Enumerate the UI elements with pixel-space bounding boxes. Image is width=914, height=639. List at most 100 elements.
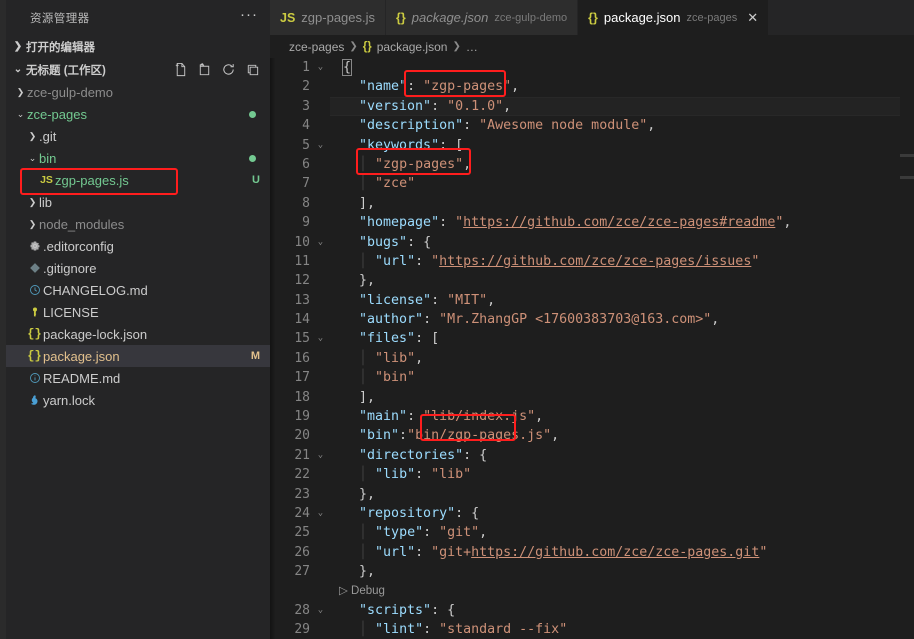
code-line-29[interactable]: 29 │ "lint": "standard --fix" [270,620,914,639]
tree-item-yarn-lock[interactable]: yarn.lock [6,389,270,411]
tree-item-zce-pages[interactable]: ⌄ zce-pages [6,103,270,125]
folder-status-dot [249,110,256,118]
code-line-18[interactable]: 18 ], [270,388,914,407]
chevron-right-icon[interactable]: ❯ [26,125,39,147]
code-line-9[interactable]: 9 "homepage": "https://github.com/zce/zc… [270,213,914,232]
code-line-10[interactable]: 10 ⌄ "bugs": { [270,233,914,252]
tab-bar-filler [769,0,914,35]
code-text: │ "lib": "lib" [359,467,472,483]
code-line-3[interactable]: 3 "version": "0.1.0", [270,96,914,117]
editor-tab-0[interactable]: JS zgp-pages.js [270,0,387,35]
tree-item-zgp-pages-js[interactable]: JS zgp-pages.js U [6,169,270,191]
code-line-6[interactable]: 6 │ "zgp-pages", [270,155,914,174]
code-line-5[interactable]: 5 ⌄ "keywords": [ [270,136,914,155]
code-line-23[interactable]: 23 }, [270,485,914,504]
codelens-label[interactable]: ▷ Debug [339,582,385,601]
tree-item--git[interactable]: ❯ .git [6,125,270,147]
tree-item-node-modules[interactable]: ❯ node_modules [6,213,270,235]
collapse-all-icon[interactable] [245,62,260,77]
code-line-13[interactable]: 13 "license": "MIT", [270,291,914,310]
more-actions-icon[interactable]: ··· [240,7,258,25]
tree-item--gitignore[interactable]: .gitignore [6,257,270,279]
editor-group: JS zgp-pages.js {} package.json zce-gulp-dem… [270,0,914,639]
code-line-19[interactable]: 19 "main": "lib/index.js", [270,407,914,426]
code-line-2[interactable]: 2 "name": "zgp-pages", [270,77,914,96]
code-line-1[interactable]: 1 ⌄ { [270,58,914,77]
line-number: 11 [294,253,310,269]
code-token: : [407,409,424,425]
tree-item-readme-md[interactable]: README.md [6,367,270,389]
code-token: : [415,544,432,560]
code-line-8[interactable]: 8 ], [270,194,914,213]
chevron-right-icon[interactable]: ❯ [14,81,27,103]
code-line-11[interactable]: 11 │ "url": "https://github.com/zce/zce-… [270,252,914,271]
code-editor[interactable]: 1 ⌄{2 "name": "zgp-pages", 3 "version": "0… [270,58,914,639]
tree-item-label: CHANGELOG.md [43,282,148,298]
code-token: , [647,118,656,134]
code-token: "git+ [431,544,472,560]
breadcrumb-more[interactable]: … [466,40,478,54]
code-line-28[interactable]: 28 ⌄ "scripts": { [270,601,914,620]
fold-toggle-icon[interactable]: ⌄ [312,136,329,155]
tree-item-changelog-md[interactable]: CHANGELOG.md [6,279,270,301]
code-line-26[interactable]: 26 │ "url": "git+https://github.com/zce/… [270,543,914,562]
code-line-25[interactable]: 25 │ "type": "git", [270,523,914,542]
code-line-4[interactable]: 4 "description": "Awesome node module", [270,116,914,135]
refresh-icon[interactable] [221,62,236,77]
chevron-right-icon[interactable]: ❯ [26,213,39,235]
section-open-editors[interactable]: ❯ 打开的编辑器 [6,35,270,58]
tab-close-icon[interactable]: ✕ [747,11,758,24]
fold-toggle-icon[interactable]: ⌄ [312,504,329,523]
fold-toggle-icon[interactable]: ⌄ [312,601,329,620]
tree-item-lib[interactable]: ❯ lib [6,191,270,213]
tree-item-license[interactable]: LICENSE [6,301,270,323]
code-token: "type" [375,525,424,541]
code-line-21[interactable]: 21 ⌄ "directories": { [270,446,914,465]
tree-item-zce-gulp-demo[interactable]: ❯ zce-gulp-demo [6,81,270,103]
code-line-12[interactable]: 12 }, [270,271,914,290]
tree-item-label: yarn.lock [43,392,96,408]
code-line-16[interactable]: 16 │ "lib", [270,349,914,368]
code-line-15[interactable]: 15 ⌄ "files": [ [270,329,914,348]
tree-item-package-lock-json[interactable]: {} package-lock.json [6,323,270,345]
new-file-icon[interactable] [173,62,188,77]
codelens-debug[interactable]: ▷ Debug [270,582,914,601]
file-tree[interactable]: ❯ zce-gulp-demo ⌄ zce-pages ❯ .git ⌄ bin JS zgp-p… [6,81,270,411]
chevron-down-icon[interactable]: ⌄ [14,103,27,125]
code-token: "0.1.0" [447,98,504,114]
line-number: 21 [294,447,310,463]
tab-file-icon: JS [280,10,296,25]
tree-item--editorconfig[interactable]: .editorconfig [6,235,270,257]
editor-tab-1[interactable]: {} package.json zce-gulp-demo [386,0,579,35]
breadcrumb-root[interactable]: zce-pages [289,40,344,54]
code-token: : [423,622,440,638]
tree-item-label: .git [39,128,57,144]
code-line-7[interactable]: 7 │ "zce" [270,174,914,193]
code-line-20[interactable]: 20 "bin":"bin/zgp-pages.js", [270,426,914,445]
overview-ruler[interactable] [900,58,914,639]
breadcrumb[interactable]: zce-pages ❯ {} package.json ❯ … [270,35,914,58]
code-line-27[interactable]: 27 }, [270,562,914,581]
tree-item-package-json[interactable]: {} package.json M [6,345,270,367]
code-token: "lib" [375,467,416,483]
section-workspace[interactable]: ⌄ 无标题 (工作区) [6,58,270,81]
code-line-22[interactable]: 22 │ "lib": "lib" [270,465,914,484]
breadcrumb-file[interactable]: package.json [377,40,448,54]
new-folder-icon[interactable] [197,62,212,77]
code-text: "bin":"bin/zgp-pages.js", [333,426,559,445]
code-line-14[interactable]: 14 "author": "Mr.ZhangGP <17600383703@16… [270,310,914,329]
fold-toggle-icon[interactable]: ⌄ [312,446,329,465]
tree-item-bin[interactable]: ⌄ bin [6,147,270,169]
code-line-17[interactable]: 17 │ "bin" [270,368,914,387]
code-token: , [487,292,496,308]
chevron-down-icon[interactable]: ⌄ [26,147,39,169]
code-lines[interactable]: 1 ⌄{2 "name": "zgp-pages", 3 "version": "0… [270,58,914,639]
fold-toggle-icon[interactable]: ⌄ [312,58,329,77]
chevron-right-icon[interactable]: ❯ [26,191,39,213]
fold-toggle-icon[interactable]: ⌄ [312,233,329,252]
fold-toggle-icon[interactable]: ⌄ [312,329,329,348]
overview-mark [900,154,914,157]
editor-tab-2[interactable]: {} package.json zce-pages ✕ [578,0,770,35]
code-line-24[interactable]: 24 ⌄ "repository": { [270,504,914,523]
code-token: }, [359,564,376,580]
